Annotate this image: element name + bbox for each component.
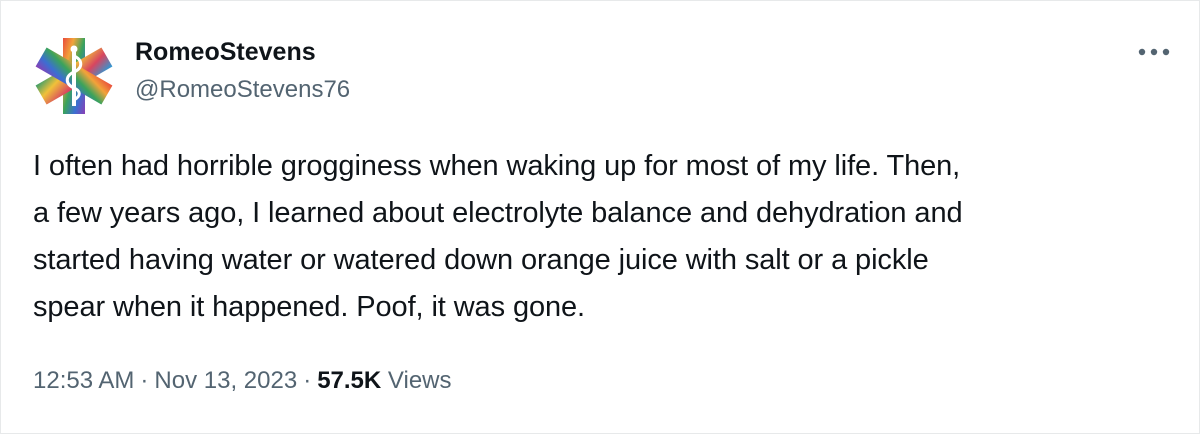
avatar[interactable] (33, 35, 115, 117)
author-handle[interactable]: @RomeoStevens76 (135, 75, 350, 105)
views-count: 57.5K (317, 367, 382, 394)
author-display-name[interactable]: RomeoStevens (135, 37, 350, 67)
tweet-date: Nov 13, 2023 (154, 367, 298, 394)
star-of-life-icon (35, 38, 113, 114)
meta-separator: · (140, 367, 149, 394)
tweet-timestamp-link[interactable]: 12:53 AM · Nov 13, 2023 (33, 367, 297, 394)
views-label: Views (387, 367, 452, 394)
more-dots-icon (1138, 48, 1170, 56)
more-options-button[interactable] (1135, 39, 1173, 65)
tweet-time: 12:53 AM (33, 367, 135, 394)
tweet-meta: 12:53 AM · Nov 13, 2023 · 57.5K Views (33, 366, 452, 396)
tweet-author: RomeoStevens @RomeoStevens76 (135, 37, 350, 105)
tweet-text: I often had horrible grogginess when wak… (33, 150, 963, 323)
meta-separator: · (303, 367, 312, 394)
tweet-card: RomeoStevens @RomeoStevens76 I often had… (0, 0, 1200, 434)
views-stat[interactable]: 57.5K Views (317, 367, 451, 394)
